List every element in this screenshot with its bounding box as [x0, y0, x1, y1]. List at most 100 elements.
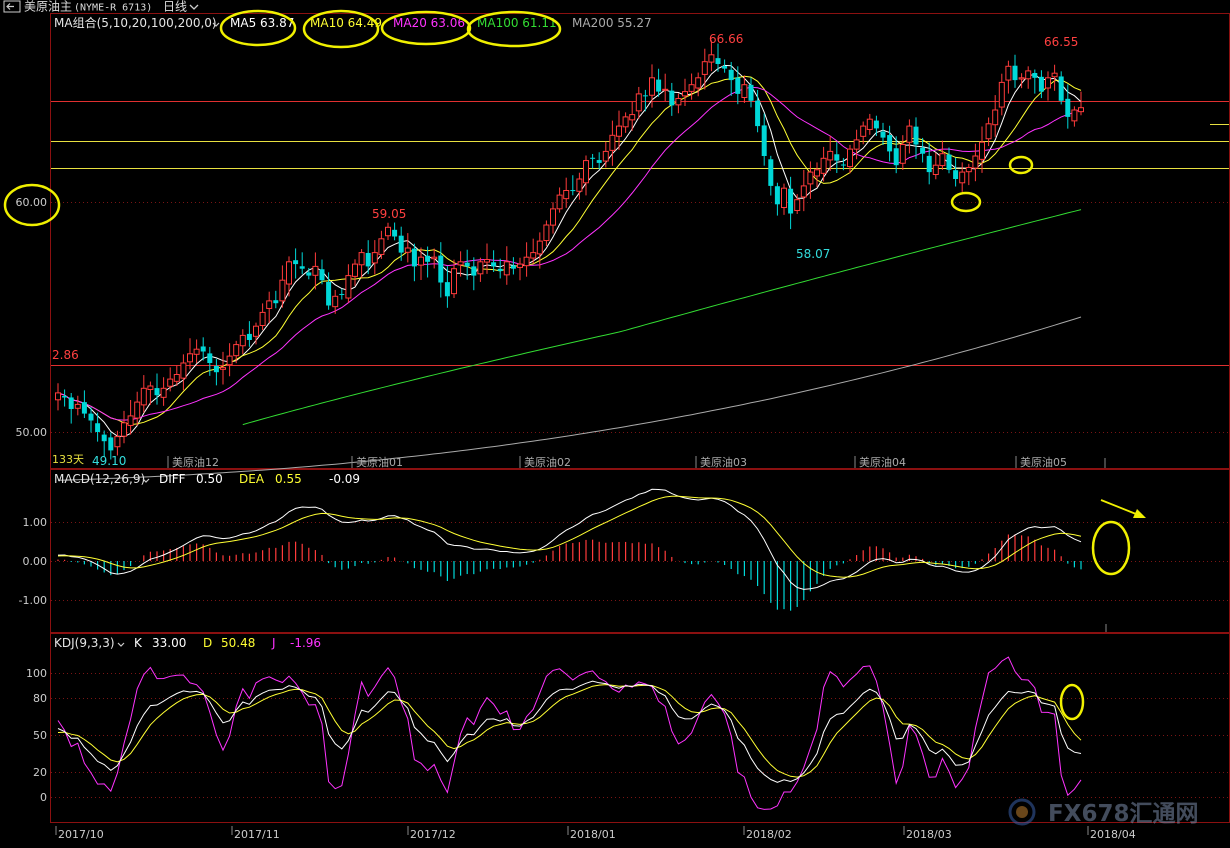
candle: [932, 152, 939, 180]
macd-value: -0.09: [329, 472, 360, 486]
x-tick-label-5: 2018/02: [746, 828, 792, 841]
candle: [239, 329, 246, 355]
x-tick-label-1: 2017/10: [58, 828, 104, 841]
candle: [965, 163, 972, 186]
contract-label-6: 美原油05: [1020, 455, 1067, 469]
candle: [1032, 69, 1038, 94]
contract-label-2: 美原油01: [356, 455, 403, 469]
candle: [180, 354, 187, 391]
x-tick-label-2: 2017/11: [234, 828, 280, 841]
candle: [193, 339, 200, 364]
candle: [761, 113, 767, 166]
candle: [1025, 66, 1032, 89]
back-arrow-icon[interactable]: [3, 0, 21, 13]
high-annotation-2: 66.55: [1044, 35, 1078, 49]
ma100-label: MA100 61.11: [477, 16, 557, 30]
candle: [266, 291, 273, 323]
ma5-label: MA5 63.87: [230, 16, 294, 30]
gridlines: [51, 202, 1229, 798]
fx678-logo-icon: [1008, 798, 1036, 826]
candle: [755, 89, 761, 133]
candle: [550, 202, 556, 234]
candle: [800, 169, 807, 212]
candle: [371, 240, 378, 275]
candle: [979, 126, 985, 173]
low-annotation-1: 58.07: [796, 247, 830, 261]
candle: [675, 93, 682, 114]
candle: [860, 121, 867, 145]
candle: [563, 177, 570, 208]
candle: [55, 383, 61, 411]
candle: [491, 250, 497, 272]
x-tick-label-7: 2018/04: [1090, 828, 1136, 841]
candle: [972, 143, 979, 182]
candle: [873, 115, 879, 137]
candle: [820, 146, 827, 182]
candle: [200, 337, 206, 361]
candle: [774, 182, 780, 216]
moving-average-lines: [57, 64, 1082, 481]
ma-legend: MA组合(5,10,20,100,200,0) MA5 63.87 MA10 6…: [54, 15, 652, 30]
candle: [81, 390, 87, 419]
kdj-title[interactable]: KDJ(9,3,3): [54, 636, 115, 650]
candle: [392, 222, 398, 241]
candle: [913, 117, 919, 159]
candle: [226, 343, 233, 377]
macd-y-label-0: 0.00: [23, 555, 48, 568]
candle: [497, 258, 503, 279]
candle: [735, 66, 741, 105]
y-axis-labels: 60.00 50.00 1.00 0.00 -1.00 100 80 50 20 0: [16, 196, 48, 804]
chevron-down-icon[interactable]: [189, 4, 199, 10]
candle: [781, 183, 787, 215]
ma-group-label[interactable]: MA组合(5,10,20,100,200,0): [54, 15, 217, 30]
candle: [411, 243, 417, 282]
candle: [906, 119, 913, 154]
candle: [768, 155, 774, 196]
period-dropdown[interactable]: 日线: [163, 0, 187, 14]
futures-chart[interactable]: 美原油主 (NYME-R 6713) 日线 60.00 50.00 1.00 0.00…: [0, 0, 1230, 848]
d-label: D: [203, 636, 212, 650]
candle: [543, 220, 550, 247]
candle: [609, 120, 616, 166]
candle: [814, 162, 820, 188]
candle: [570, 175, 576, 196]
candle: [425, 246, 431, 278]
macd-y-label-1: 1.00: [23, 516, 48, 529]
high-annotation-3: 59.05: [372, 207, 406, 221]
candle: [722, 59, 728, 73]
candle: [326, 272, 332, 310]
candle: [319, 259, 325, 285]
candle: [748, 77, 754, 108]
candle: [596, 152, 602, 170]
candle: [253, 322, 259, 345]
diff-value: 0.50: [196, 472, 223, 486]
candle: [1051, 64, 1058, 91]
kdj-legend: KDJ(9,3,3) K 33.00 D 50.48 J -1.96: [54, 636, 321, 650]
macd-y-label-neg1: -1.00: [19, 594, 47, 607]
candle: [385, 222, 391, 241]
candle: [312, 252, 319, 290]
candle: [1065, 84, 1071, 129]
candle: [701, 48, 708, 90]
dea-label: DEA: [239, 472, 265, 486]
kdj-y-label-80: 80: [33, 692, 47, 705]
kdj-y-label-100: 100: [26, 667, 47, 680]
j-label: J: [271, 636, 276, 650]
candle: [358, 249, 365, 278]
kdj-chevron-icon[interactable]: [117, 642, 125, 647]
kdj-lines: [57, 656, 1082, 810]
candle: [121, 410, 127, 444]
macd-histogram: [57, 534, 1082, 611]
ma200-label: MA200 55.27: [572, 16, 652, 30]
j-value: -1.96: [290, 636, 321, 650]
macd-title[interactable]: MACD(12,26,9): [54, 472, 145, 486]
candle: [352, 259, 358, 286]
candle: [62, 389, 68, 407]
candle: [213, 359, 219, 386]
x-tick-label-3: 2017/12: [410, 828, 456, 841]
diff-line: [57, 488, 1082, 590]
contract-label-5: 美原油04: [859, 455, 906, 469]
candle: [279, 265, 286, 308]
candle: [939, 140, 946, 170]
k-value: 33.00: [152, 636, 186, 650]
